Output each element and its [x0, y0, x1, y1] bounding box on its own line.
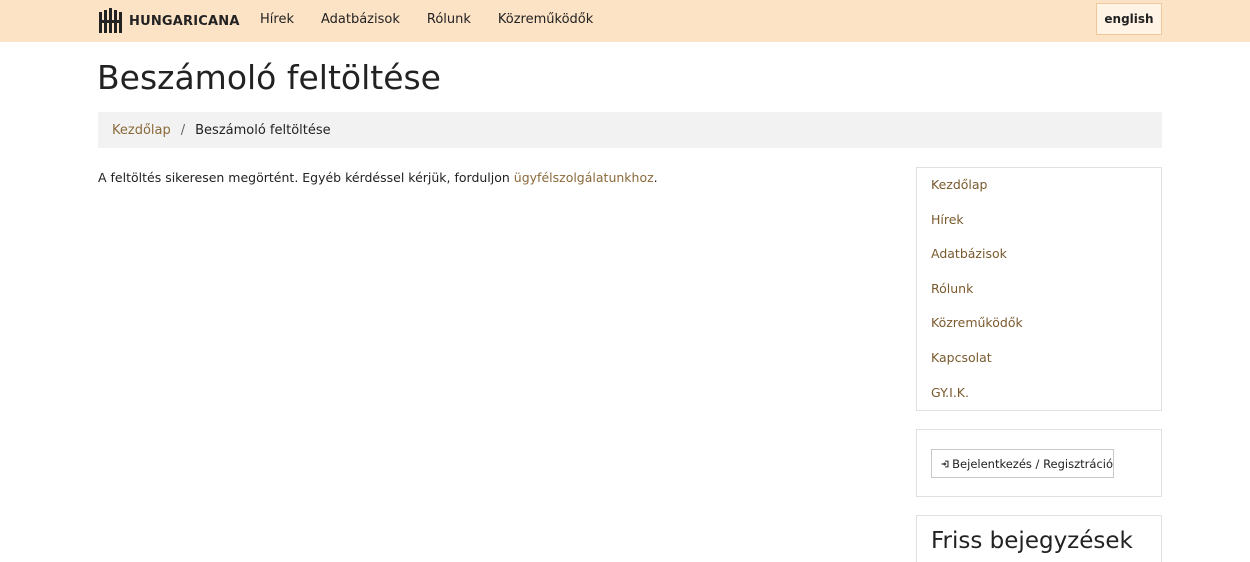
hungaricana-logo[interactable]: HUNGARICANA	[98, 6, 240, 36]
nav-hirek[interactable]: Hírek	[260, 12, 294, 27]
sidebar-menu: Kezdőlap Hírek Adatbázisok Rólunk Közrem…	[916, 167, 1162, 411]
recent-posts-panel: Friss bejegyzések	[916, 515, 1162, 562]
login-register-button[interactable]: Bejelentkezés / Regisztráció	[931, 449, 1114, 478]
sidebar-item-gyik[interactable]: GY.I.K.	[917, 376, 1161, 411]
breadcrumb-current: Beszámoló feltöltése	[195, 122, 331, 138]
sidebar-item-adatbazisok[interactable]: Adatbázisok	[917, 237, 1161, 272]
breadcrumb-home-link[interactable]: Kezdőlap	[112, 123, 171, 138]
nav-adatbazisok[interactable]: Adatbázisok	[321, 12, 400, 27]
page-title: Beszámoló feltöltése	[97, 58, 441, 97]
login-button-label: Bejelentkezés / Regisztráció	[952, 456, 1113, 471]
sign-in-icon	[941, 460, 949, 467]
login-panel: Bejelentkezés / Regisztráció	[916, 429, 1162, 497]
sidebar-item-kezdolap[interactable]: Kezdőlap	[917, 168, 1161, 203]
nav-rolunk[interactable]: Rólunk	[427, 12, 471, 27]
sidebar-item-kozremukodok[interactable]: Közreműködők	[917, 306, 1161, 341]
message-text: A feltöltés sikeresen megörtént. Egyéb k…	[98, 170, 514, 185]
sidebar-item-kapcsolat[interactable]: Kapcsolat	[917, 341, 1161, 376]
hungaricana-logo-icon	[99, 8, 122, 33]
breadcrumb: Kezdőlap / Beszámoló feltöltése	[98, 112, 1162, 148]
message-end: .	[653, 170, 658, 185]
customer-service-link[interactable]: ügyfélszolgálatunkhoz	[514, 170, 654, 185]
sidebar-item-rolunk[interactable]: Rólunk	[917, 272, 1161, 307]
language-button[interactable]: english	[1096, 3, 1162, 35]
recent-posts-title: Friss bejegyzések	[931, 528, 1133, 554]
success-message: A feltöltés sikeresen megörtént. Egyéb k…	[98, 170, 658, 185]
top-navbar: HUNGARICANA Hírek Adatbázisok Rólunk Köz…	[0, 0, 1250, 42]
logo-text: HUNGARICANA	[129, 13, 240, 29]
nav-kozremukodok[interactable]: Közreműködők	[498, 12, 593, 27]
main-nav: Hírek Adatbázisok Rólunk Közreműködők	[260, 0, 620, 38]
breadcrumb-separator: /	[180, 122, 186, 138]
sidebar-item-hirek[interactable]: Hírek	[917, 203, 1161, 238]
